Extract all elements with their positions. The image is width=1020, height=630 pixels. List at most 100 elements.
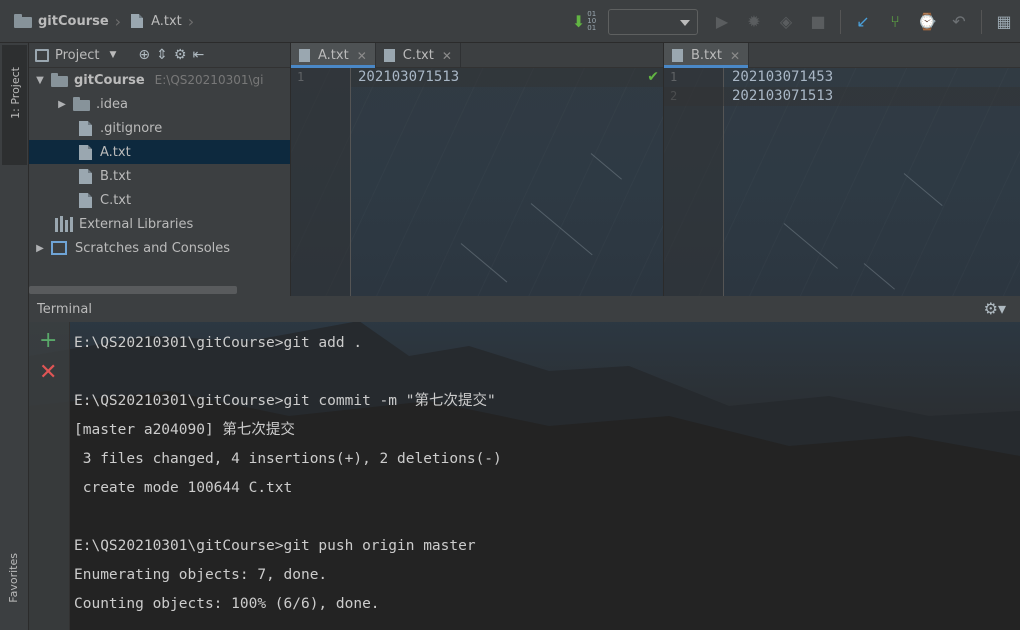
terminal-line: E:\QS20210301\gitCourse>git add . [74,335,363,351]
terminal-output[interactable]: E:\QS20210301\gitCourse>git add . E:\QS2… [74,329,1020,619]
terminal-line: Counting objects: 100% (6/6), done. [74,596,380,612]
tree-item-label: .idea [96,96,128,112]
tab-label: B.txt [691,48,722,63]
breadcrumb-separator-icon: › [187,11,195,31]
tab-b-txt[interactable]: B.txt ✕ [664,43,750,68]
terminal-line: create mode 100644 C.txt [74,480,293,496]
file-icon [672,49,683,62]
collapse-arrow-icon[interactable]: ▶ [55,99,69,110]
expand-arrow-icon[interactable]: ▼ [33,75,47,86]
check-icon: ✔ [647,69,659,85]
toolbar-actions: ⬇ 01 10 01 ▶ ✹ ◈ ■ ↙ ⑂ ⌚ ↶ ▦ [568,0,1020,43]
code-line[interactable]: 202103071453 [732,69,833,85]
file-icon [79,168,92,184]
tree-item-idea[interactable]: ▶ .idea [29,92,290,116]
tree-item-label: C.txt [100,192,132,208]
file-icon [383,49,395,62]
chevron-down-icon[interactable]: ▼ [109,50,116,60]
editor-right: B.txt ✕ 1 2 202103071453 202103071513 [663,43,1020,296]
line-number: 1 [670,70,678,84]
code-line[interactable]: 202103071513 [732,88,833,104]
project-panel-header: Project ▼ ⊕ ⇕ ⚙ ⇤ [29,43,290,68]
horizontal-scrollbar[interactable] [29,286,237,294]
breadcrumb-separator-icon: › [114,11,122,31]
file-icon [131,14,144,28]
project-panel-title[interactable]: Project [55,48,99,63]
tab-label: C.txt [402,48,434,63]
collapse-arrow-icon[interactable]: ▶ [33,243,47,254]
close-icon[interactable]: ✕ [730,49,740,63]
tree-item-label: External Libraries [79,216,194,232]
breadcrumb-project[interactable]: gitCourse [38,14,109,29]
breadcrumb-file[interactable]: A.txt [151,14,182,29]
editor-left-tabbar: A.txt ✕ C.txt ✕ [291,43,663,68]
tree-item-gitcourse[interactable]: ▼ gitCourse E:\QS20210301\gi [29,68,290,92]
vcs-branch-icon[interactable]: ⑂ [882,9,908,35]
hide-icon[interactable]: ⇤ [192,47,204,63]
tree-item-path: E:\QS20210301\gi [154,73,264,87]
debug-icon[interactable]: ✹ [741,9,767,35]
terminal-line: E:\QS20210301\gitCourse>git push origin … [74,538,476,554]
terminal-header: Terminal [29,296,1020,322]
gear-icon[interactable]: ⚙ [174,47,187,63]
line-number: 1 [297,70,305,84]
folder-icon [14,14,32,28]
close-icon[interactable]: ✕ [442,49,452,63]
tree-item-label: B.txt [100,168,131,184]
gear-icon[interactable]: ⚙▾ [984,299,1006,318]
project-tool-tab[interactable]: 1: Project [2,45,27,165]
tree-item-b-txt[interactable]: B.txt [29,164,290,188]
breadcrumb: gitCourse › A.txt › [0,0,200,43]
file-icon [79,144,92,160]
top-toolbar: gitCourse › A.txt › ⬇ 01 10 01 ▶ ✹ ◈ ■ ↙… [0,0,1020,43]
new-session-icon[interactable]: + [39,330,57,352]
locate-icon[interactable]: ⊕ [138,47,150,63]
file-icon [299,49,310,62]
folder-icon [73,97,90,111]
folder-icon [51,73,68,87]
favorites-tool-label[interactable]: Favorites [7,553,20,603]
terminal-title[interactable]: Terminal [37,302,92,317]
file-icon [79,192,92,208]
collapse-all-icon[interactable]: ⇕ [156,47,168,63]
run-configuration-select[interactable] [608,8,698,35]
stop-icon[interactable]: ■ [805,9,831,35]
editor-right-tabbar: B.txt ✕ [664,43,1020,68]
vcs-commit-icon[interactable]: ↙ [850,9,876,35]
terminal-line: Enumerating objects: 7, done. [74,567,328,583]
tree-item-a-txt[interactable]: A.txt [29,140,290,164]
project-view-icon [35,48,49,62]
project-tree: ▼ gitCourse E:\QS20210301\gi ▶ .idea .gi… [29,68,290,260]
terminal-line: 3 files changed, 4 insertions(+), 2 dele… [74,451,502,467]
tab-c-txt[interactable]: C.txt ✕ [376,43,461,68]
terminal-sidebar: + ✕ [29,322,70,630]
run-icon[interactable]: ▶ [709,9,735,35]
tree-item-scratches[interactable]: ▶ Scratches and Consoles [29,236,290,260]
toolbar-divider [981,9,982,34]
terminal-line: [master a204090] 第七次提交 [74,422,295,438]
left-tool-strip: 1: Project Favorites [0,43,29,630]
current-line-highlight [664,87,1020,106]
tab-a-txt[interactable]: A.txt ✕ [291,43,376,68]
revert-icon[interactable]: ↶ [946,9,972,35]
tree-item-label: Scratches and Consoles [75,240,231,256]
project-structure-icon[interactable]: ▦ [991,9,1017,35]
tree-item-c-txt[interactable]: C.txt [29,188,290,212]
tab-label: A.txt [318,48,349,63]
tree-item-label: gitCourse [74,72,145,88]
line-gutter: 1 [291,68,351,296]
coverage-icon[interactable]: ◈ [773,9,799,35]
code-line[interactable]: 202103071513 [358,69,459,85]
tree-item-label: .gitignore [100,120,163,136]
close-session-icon[interactable]: ✕ [39,362,57,384]
close-icon[interactable]: ✕ [357,49,367,63]
vcs-update-icon[interactable]: ⬇ 01 10 01 [571,9,597,35]
tree-item-external-libraries[interactable]: External Libraries [29,212,290,236]
vcs-history-icon[interactable]: ⌚ [914,9,940,35]
project-tool-label: 1: Project [9,67,22,119]
file-icon [79,120,92,136]
tree-item-gitignore[interactable]: .gitignore [29,116,290,140]
terminal-panel: Terminal ⚙▾ + ✕ E:\QS20210301\gitCourse>… [29,296,1020,630]
